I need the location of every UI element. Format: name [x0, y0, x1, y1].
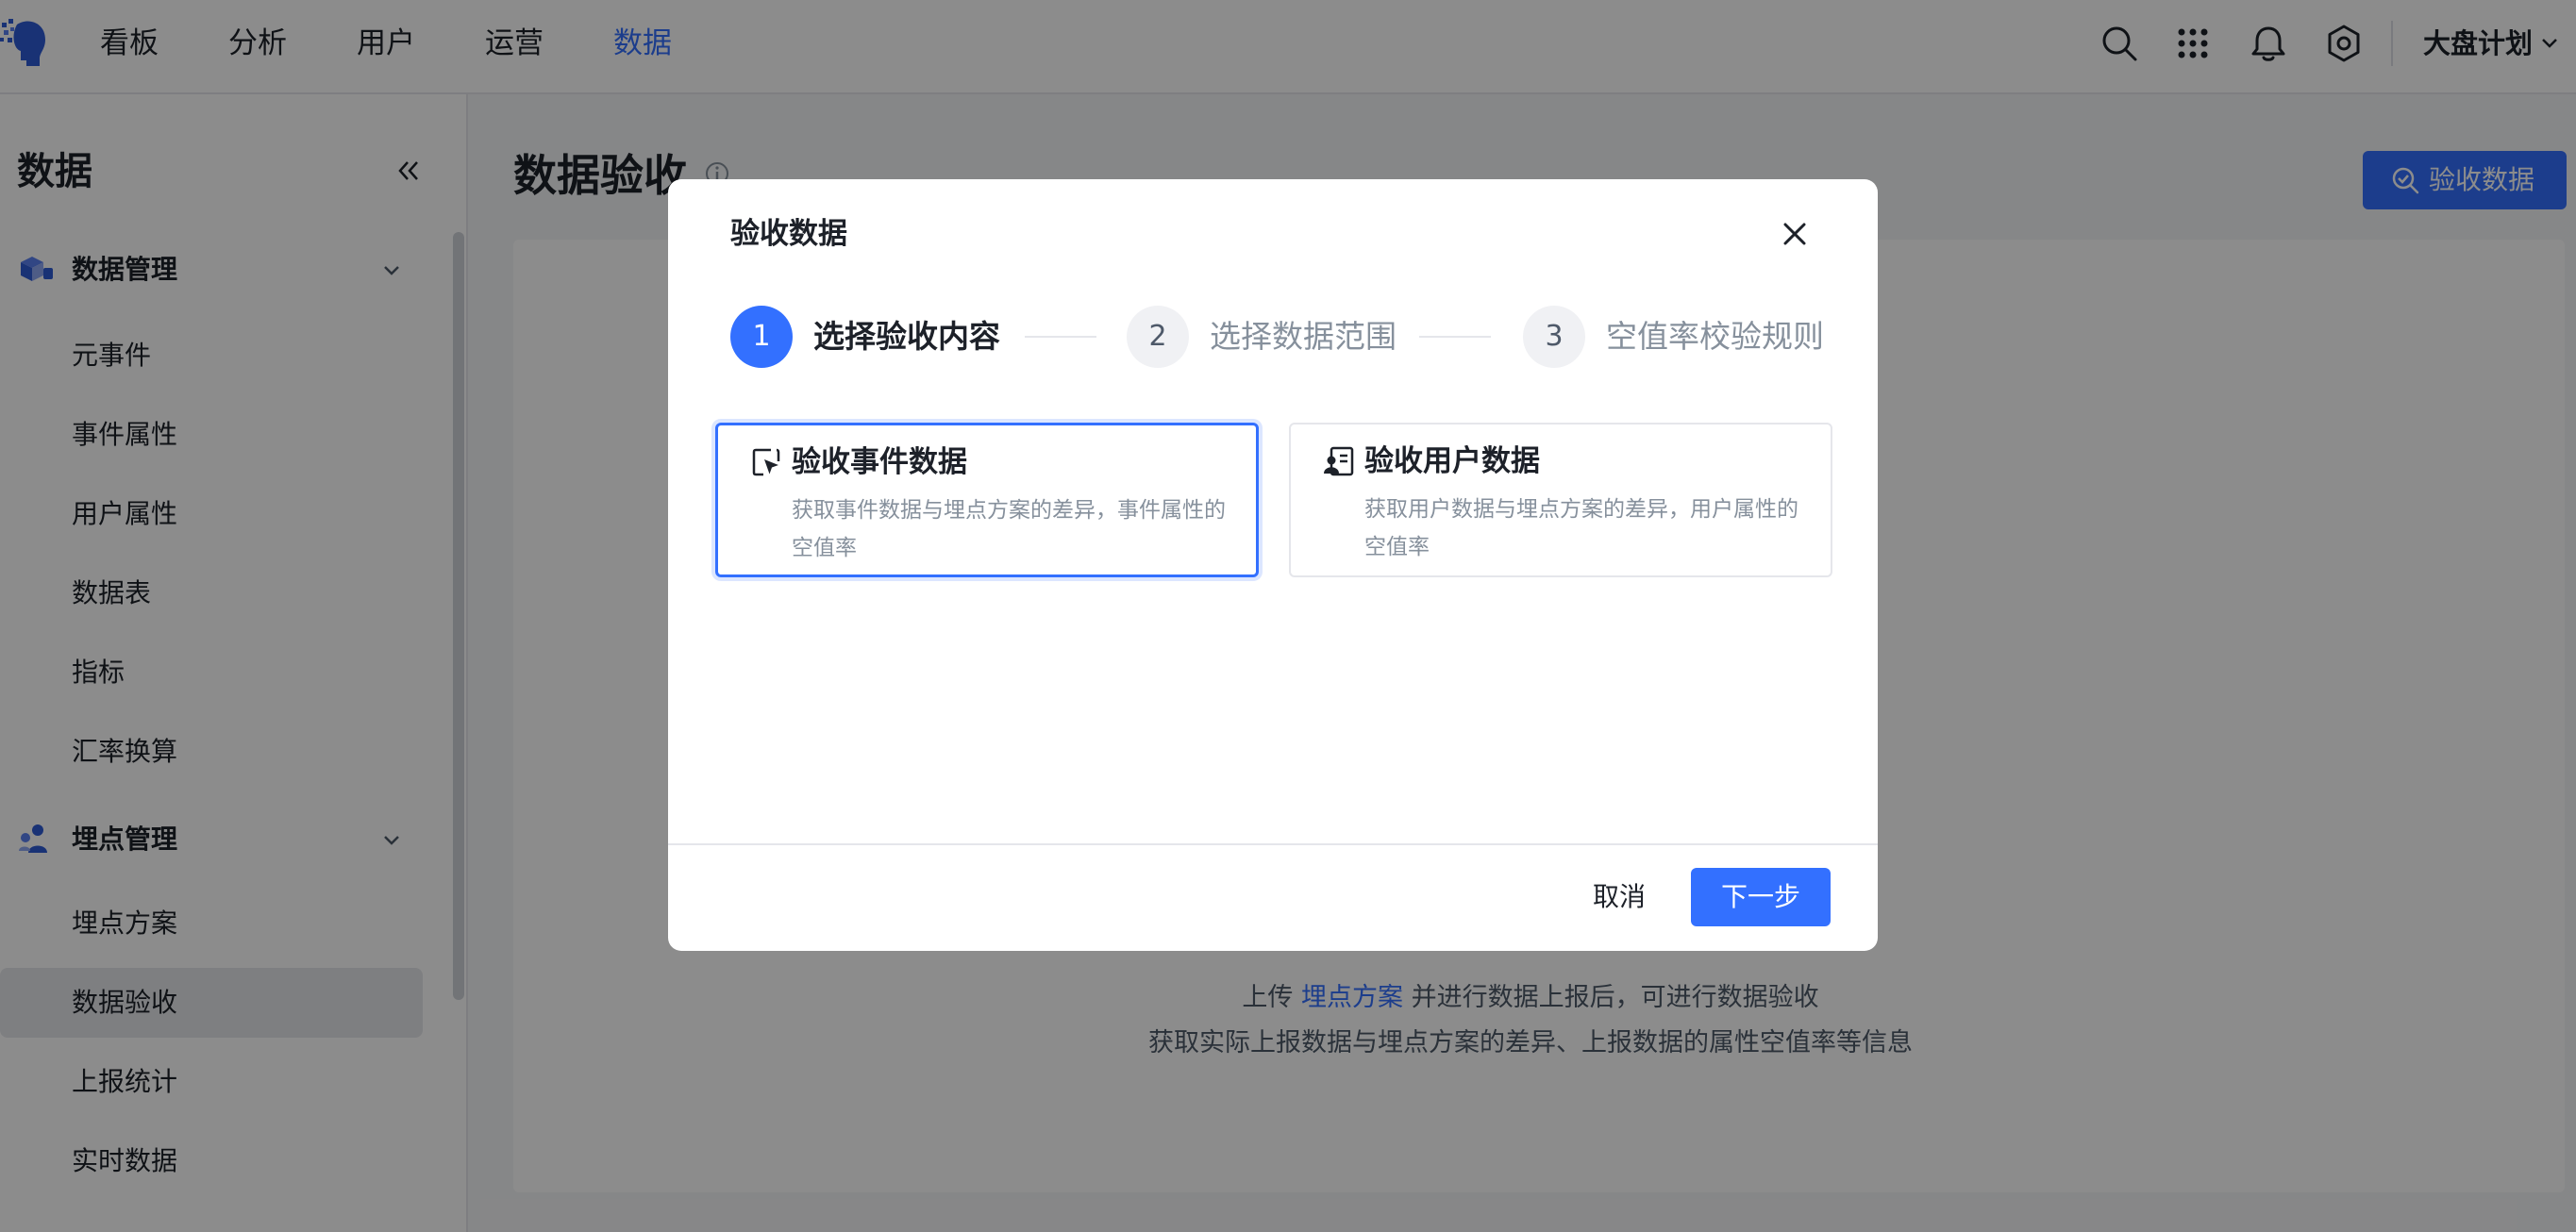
step-connector [1025, 336, 1096, 338]
option-verify-user-data[interactable]: 验收用户数据 获取用户数据与埋点方案的差异，用户属性的空值率 [1289, 423, 1832, 577]
option-verify-event-data[interactable]: 验收事件数据 获取事件数据与埋点方案的差异，事件属性的空值率 [715, 423, 1259, 577]
step-1-indicator: 1 [730, 306, 793, 368]
step-1-label: 选择验收内容 [813, 318, 1000, 355]
option-title: 验收用户数据 [1364, 444, 1540, 478]
step-connector [1419, 336, 1491, 338]
option-title: 验收事件数据 [792, 445, 967, 479]
close-icon[interactable] [1778, 217, 1812, 251]
dialog-footer-divider [668, 843, 1878, 845]
next-step-button[interactable]: 下一步 [1691, 868, 1831, 926]
step-2-label: 选择数据范围 [1210, 318, 1397, 355]
event-cursor-icon [752, 448, 780, 476]
step-3-label: 空值率校验规则 [1606, 318, 1824, 355]
step-2-indicator: 2 [1127, 306, 1189, 368]
option-description: 获取用户数据与埋点方案的差异，用户属性的空值率 [1364, 497, 1798, 559]
verify-data-dialog: 验收数据 1 选择验收内容 2 选择数据范围 3 空值率校验规则 验收事件数据 … [668, 179, 1878, 951]
dialog-title: 验收数据 [730, 217, 847, 251]
option-description: 获取事件数据与埋点方案的差异，事件属性的空值率 [792, 498, 1226, 560]
step-3-indicator: 3 [1523, 306, 1585, 368]
cancel-button[interactable]: 取消 [1576, 868, 1663, 926]
user-card-icon [1324, 446, 1354, 476]
